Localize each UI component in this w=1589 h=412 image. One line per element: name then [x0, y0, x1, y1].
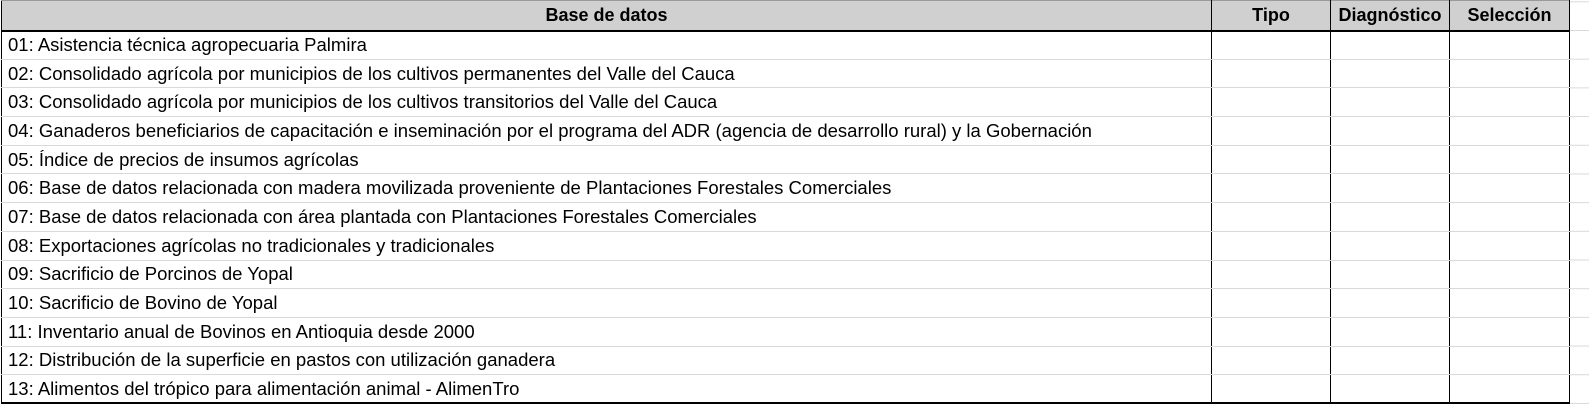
- cell-diagnostico[interactable]: [1330, 259, 1450, 290]
- cell-base[interactable]: 09: Sacrificio de Porcinos de Yopal: [1, 259, 1212, 290]
- cell-tipo[interactable]: [1211, 230, 1331, 261]
- header-tipo[interactable]: Tipo: [1211, 0, 1331, 32]
- table-row: 11: Inventario anual de Bovinos en Antio…: [1, 316, 1570, 347]
- table-row: 07: Base de datos relacionada con área p…: [1, 202, 1570, 232]
- cell-diagnostico[interactable]: [1330, 316, 1450, 347]
- cell-seleccion[interactable]: [1449, 116, 1570, 146]
- cell-tipo[interactable]: [1211, 30, 1331, 60]
- cell-seleccion[interactable]: [1449, 173, 1570, 204]
- cell-base[interactable]: 10: Sacrificio de Bovino de Yopal: [1, 288, 1212, 318]
- header-seleccion[interactable]: Selección: [1449, 0, 1570, 32]
- cell-tipo[interactable]: [1211, 345, 1331, 376]
- table-row: 04: Ganaderos beneficiarios de capacitac…: [1, 116, 1570, 146]
- cell-tipo[interactable]: [1211, 116, 1331, 146]
- cell-base[interactable]: 06: Base de datos relacionada con madera…: [1, 173, 1212, 204]
- cell-seleccion[interactable]: [1449, 58, 1570, 89]
- cell-tipo[interactable]: [1211, 202, 1331, 232]
- cell-seleccion[interactable]: [1449, 259, 1570, 290]
- cell-tipo[interactable]: [1211, 173, 1331, 204]
- cell-seleccion[interactable]: [1449, 374, 1570, 405]
- cell-base[interactable]: 07: Base de datos relacionada con área p…: [1, 202, 1212, 232]
- header-base-de-datos[interactable]: Base de datos: [1, 0, 1212, 32]
- cell-base[interactable]: 12: Distribución de la superficie en pas…: [1, 345, 1212, 376]
- table-row: 12: Distribución de la superficie en pas…: [1, 345, 1570, 376]
- cell-base[interactable]: 01: Asistencia técnica agropecuaria Palm…: [1, 30, 1212, 60]
- cell-seleccion[interactable]: [1449, 345, 1570, 376]
- cell-diagnostico[interactable]: [1330, 144, 1450, 175]
- table-row: 01: Asistencia técnica agropecuaria Palm…: [1, 30, 1570, 60]
- table-row: 05: Índice de precios de insumos agrícol…: [1, 144, 1570, 175]
- cell-base[interactable]: 03: Consolidado agrícola por municipios …: [1, 87, 1212, 118]
- cell-tipo[interactable]: [1211, 58, 1331, 89]
- table-row: 06: Base de datos relacionada con madera…: [1, 173, 1570, 204]
- cell-seleccion[interactable]: [1449, 202, 1570, 232]
- cell-tipo[interactable]: [1211, 288, 1331, 318]
- cell-seleccion[interactable]: [1449, 316, 1570, 347]
- cell-tipo[interactable]: [1211, 374, 1331, 405]
- header-row: Base de datos Tipo Diagnóstico Selección: [1, 0, 1570, 32]
- cell-seleccion[interactable]: [1449, 288, 1570, 318]
- cell-diagnostico[interactable]: [1330, 345, 1450, 376]
- cell-base[interactable]: 05: Índice de precios de insumos agrícol…: [1, 144, 1212, 175]
- cell-seleccion[interactable]: [1449, 87, 1570, 118]
- table-row: 02: Consolidado agrícola por municipios …: [1, 58, 1570, 89]
- cell-diagnostico[interactable]: [1330, 30, 1450, 60]
- adjacent-empty-column[interactable]: [1570, 0, 1589, 412]
- cell-diagnostico[interactable]: [1330, 202, 1450, 232]
- cell-diagnostico[interactable]: [1330, 230, 1450, 261]
- cell-diagnostico[interactable]: [1330, 58, 1450, 89]
- table-row: 03: Consolidado agrícola por municipios …: [1, 87, 1570, 118]
- database-table: Base de datos Tipo Diagnóstico Selección…: [1, 0, 1570, 405]
- table-row: 13: Alimentos del trópico para alimentac…: [1, 374, 1570, 405]
- cell-base[interactable]: 04: Ganaderos beneficiarios de capacitac…: [1, 116, 1212, 146]
- header-diagnostico[interactable]: Diagnóstico: [1330, 0, 1450, 32]
- cell-seleccion[interactable]: [1449, 230, 1570, 261]
- cell-seleccion[interactable]: [1449, 30, 1570, 60]
- cell-base[interactable]: 02: Consolidado agrícola por municipios …: [1, 58, 1212, 89]
- table-row: 08: Exportaciones agrícolas no tradicion…: [1, 230, 1570, 261]
- cell-base[interactable]: 11: Inventario anual de Bovinos en Antio…: [1, 316, 1212, 347]
- cell-diagnostico[interactable]: [1330, 173, 1450, 204]
- spreadsheet: Base de datos Tipo Diagnóstico Selección…: [0, 0, 1589, 412]
- cell-tipo[interactable]: [1211, 87, 1331, 118]
- table-row: 09: Sacrificio de Porcinos de Yopal: [1, 259, 1570, 290]
- cell-diagnostico[interactable]: [1330, 374, 1450, 405]
- cell-diagnostico[interactable]: [1330, 288, 1450, 318]
- cell-tipo[interactable]: [1211, 259, 1331, 290]
- cell-seleccion[interactable]: [1449, 144, 1570, 175]
- cell-diagnostico[interactable]: [1330, 87, 1450, 118]
- cell-tipo[interactable]: [1211, 316, 1331, 347]
- table-row: 10: Sacrificio de Bovino de Yopal: [1, 288, 1570, 318]
- cell-diagnostico[interactable]: [1330, 116, 1450, 146]
- cell-base[interactable]: 08: Exportaciones agrícolas no tradicion…: [1, 230, 1212, 261]
- cell-tipo[interactable]: [1211, 144, 1331, 175]
- cell-base[interactable]: 13: Alimentos del trópico para alimentac…: [1, 374, 1212, 405]
